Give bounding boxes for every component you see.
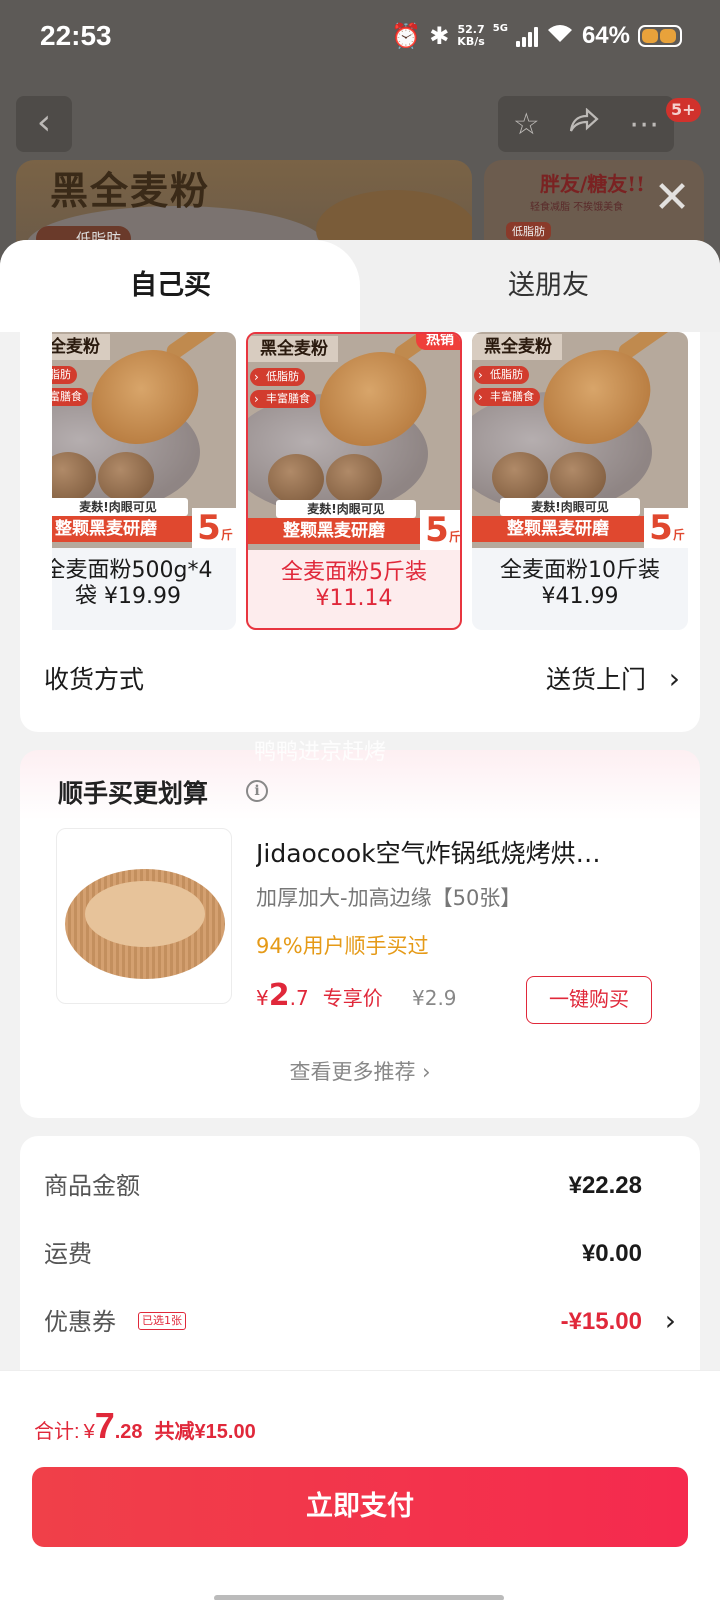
sku-image: 黑全麦粉 低脂肪 丰富膳食 麦麸!肉眼可见 整颗黑麦研磨 5斤 热销: [248, 334, 460, 550]
battery-icon: [638, 25, 682, 47]
addon-product-spec: 加厚加大-加高边缘【50张】: [256, 886, 522, 910]
network-type: 5G: [492, 22, 508, 34]
battery-percent: 64%: [581, 22, 630, 49]
shipping-row: 运费 ¥0.00: [44, 1234, 676, 1274]
purchase-sheet: 送朋友 自己买 黑全麦粉 低脂肪 丰富膳食 麦麸!肉眼可见 整颗黑麦研磨 5斤 …: [0, 240, 720, 1600]
addon-product-name[interactable]: Jidaocook空气炸锅纸烧烤烘…: [256, 834, 646, 870]
pay-now-button[interactable]: 立即支付: [32, 1467, 688, 1547]
goods-amount: ¥22.28: [568, 1172, 642, 1199]
checkout-bar: 合计: ¥ 7 .28 共减¥15.00 立即支付: [0, 1370, 720, 1600]
hot-sale-badge: 热销: [416, 334, 460, 350]
sku-name: 全麦面粉5斤装 ¥11.14: [281, 560, 427, 611]
status-time: 22:53: [40, 20, 112, 51]
shipping-fee: ¥0.00: [581, 1240, 642, 1267]
addon-price: ¥ 2 .7 专享价: [256, 978, 383, 1013]
addon-title: 顺手买更划算: [58, 779, 209, 808]
addon-purchase-stat: 94%用户顺手买过: [256, 934, 429, 958]
background-product-title: 黑全麦粉: [50, 168, 211, 213]
network-speed: 52.7 KB/s: [457, 23, 485, 48]
total-saved: 共减¥15.00: [154, 1421, 256, 1443]
purchase-mode-tabs: 送朋友 自己买: [0, 240, 720, 332]
more-recommendations-link[interactable]: 查看更多推荐 ›: [20, 1056, 700, 1086]
background-product-2-subtitle: 轻食减脂 不挨饿美食: [530, 202, 624, 213]
sku-name: 全麦面粉10斤装 ¥41.99: [500, 558, 660, 609]
delivery-label: 收货方式: [44, 665, 145, 694]
notification-badge: 5+: [666, 98, 701, 122]
background-product-2-badge: 低脂肪: [506, 222, 551, 240]
sku-list: 黑全麦粉 低脂肪 丰富膳食 麦麸!肉眼可见 整颗黑麦研磨 5斤 全麦面粉500g…: [52, 332, 688, 638]
chevron-right-icon: ›: [668, 662, 680, 695]
back-button[interactable]: ‹: [16, 96, 72, 152]
sku-image: 黑全麦粉 低脂肪 丰富膳食 麦麸!肉眼可见 整颗黑麦研磨 5斤: [472, 332, 688, 548]
wifi-icon: [546, 22, 574, 50]
coupon-row[interactable]: 优惠券 已选1张 -¥15.00 ›: [44, 1302, 676, 1342]
delivery-value: 送货上门: [545, 665, 646, 694]
home-indicator[interactable]: [214, 1595, 504, 1600]
bluetooth-icon: ✱: [429, 22, 450, 50]
addon-original-price: ¥2.9: [412, 986, 457, 1010]
tab-buy-for-self[interactable]: 自己买: [0, 240, 360, 332]
sku-name: 全麦面粉500g*4 袋 ¥19.99: [52, 558, 213, 609]
share-icon[interactable]: [569, 107, 600, 142]
sku-option[interactable]: 黑全麦粉 低脂肪 丰富膳食 麦麸!肉眼可见 整颗黑麦研磨 5斤 全麦面粉500g…: [52, 332, 236, 630]
delivery-method-row[interactable]: 收货方式 送货上门 ›: [44, 658, 680, 702]
coupon-selected-badge: 已选1张: [138, 1312, 186, 1330]
info-icon[interactable]: i: [246, 780, 268, 802]
sku-option-selected[interactable]: 黑全麦粉 低脂肪 丰富膳食 麦麸!肉眼可见 整颗黑麦研磨 5斤 热销 全麦面粉5…: [246, 332, 462, 630]
one-click-buy-button[interactable]: 一键购买: [526, 976, 652, 1024]
status-bar: 22:53 ⏰ ✱ 52.7 KB/s 5G 64%: [0, 0, 720, 78]
sku-card: 黑全麦粉 低脂肪 丰富膳食 麦麸!肉眼可见 整颗黑麦研磨 5斤 全麦面粉500g…: [20, 332, 700, 732]
watermark: 鸭鸭进京赶烤: [254, 740, 387, 765]
sku-image: 黑全麦粉 低脂肪 丰富膳食 麦麸!肉眼可见 整颗黑麦研磨 5斤: [52, 332, 236, 548]
chevron-right-icon: ›: [664, 1304, 676, 1337]
goods-amount-row: 商品金额 ¥22.28: [44, 1166, 676, 1206]
total-amount: 合计: ¥ 7 .28 共减¥15.00: [34, 1405, 256, 1446]
coupon-discount: -¥15.00: [560, 1308, 642, 1335]
cellular-signal-icon: [515, 25, 538, 47]
tab-gift-friend[interactable]: 送朋友: [360, 240, 720, 332]
favorite-icon[interactable]: ☆: [513, 107, 540, 142]
status-icons: ⏰ ✱ 52.7 KB/s 5G 64%: [391, 22, 682, 50]
background-product-2-title: 胖友/糖友!!: [540, 172, 645, 196]
close-icon[interactable]: ✕: [650, 176, 694, 222]
addon-product-image[interactable]: [56, 828, 232, 1004]
more-icon[interactable]: ⋯: [629, 107, 659, 142]
page-actions: ☆ ⋯: [498, 96, 674, 152]
addon-recommendation-card: 顺手买更划算 i Jidaocook空气炸锅纸烧烤烘… 加厚加大-加高边缘【50…: [20, 750, 700, 1118]
alarm-icon: ⏰: [391, 22, 422, 50]
sku-option[interactable]: 黑全麦粉 低脂肪 丰富膳食 麦麸!肉眼可见 整颗黑麦研磨 5斤 全麦面粉10斤装…: [472, 332, 688, 630]
